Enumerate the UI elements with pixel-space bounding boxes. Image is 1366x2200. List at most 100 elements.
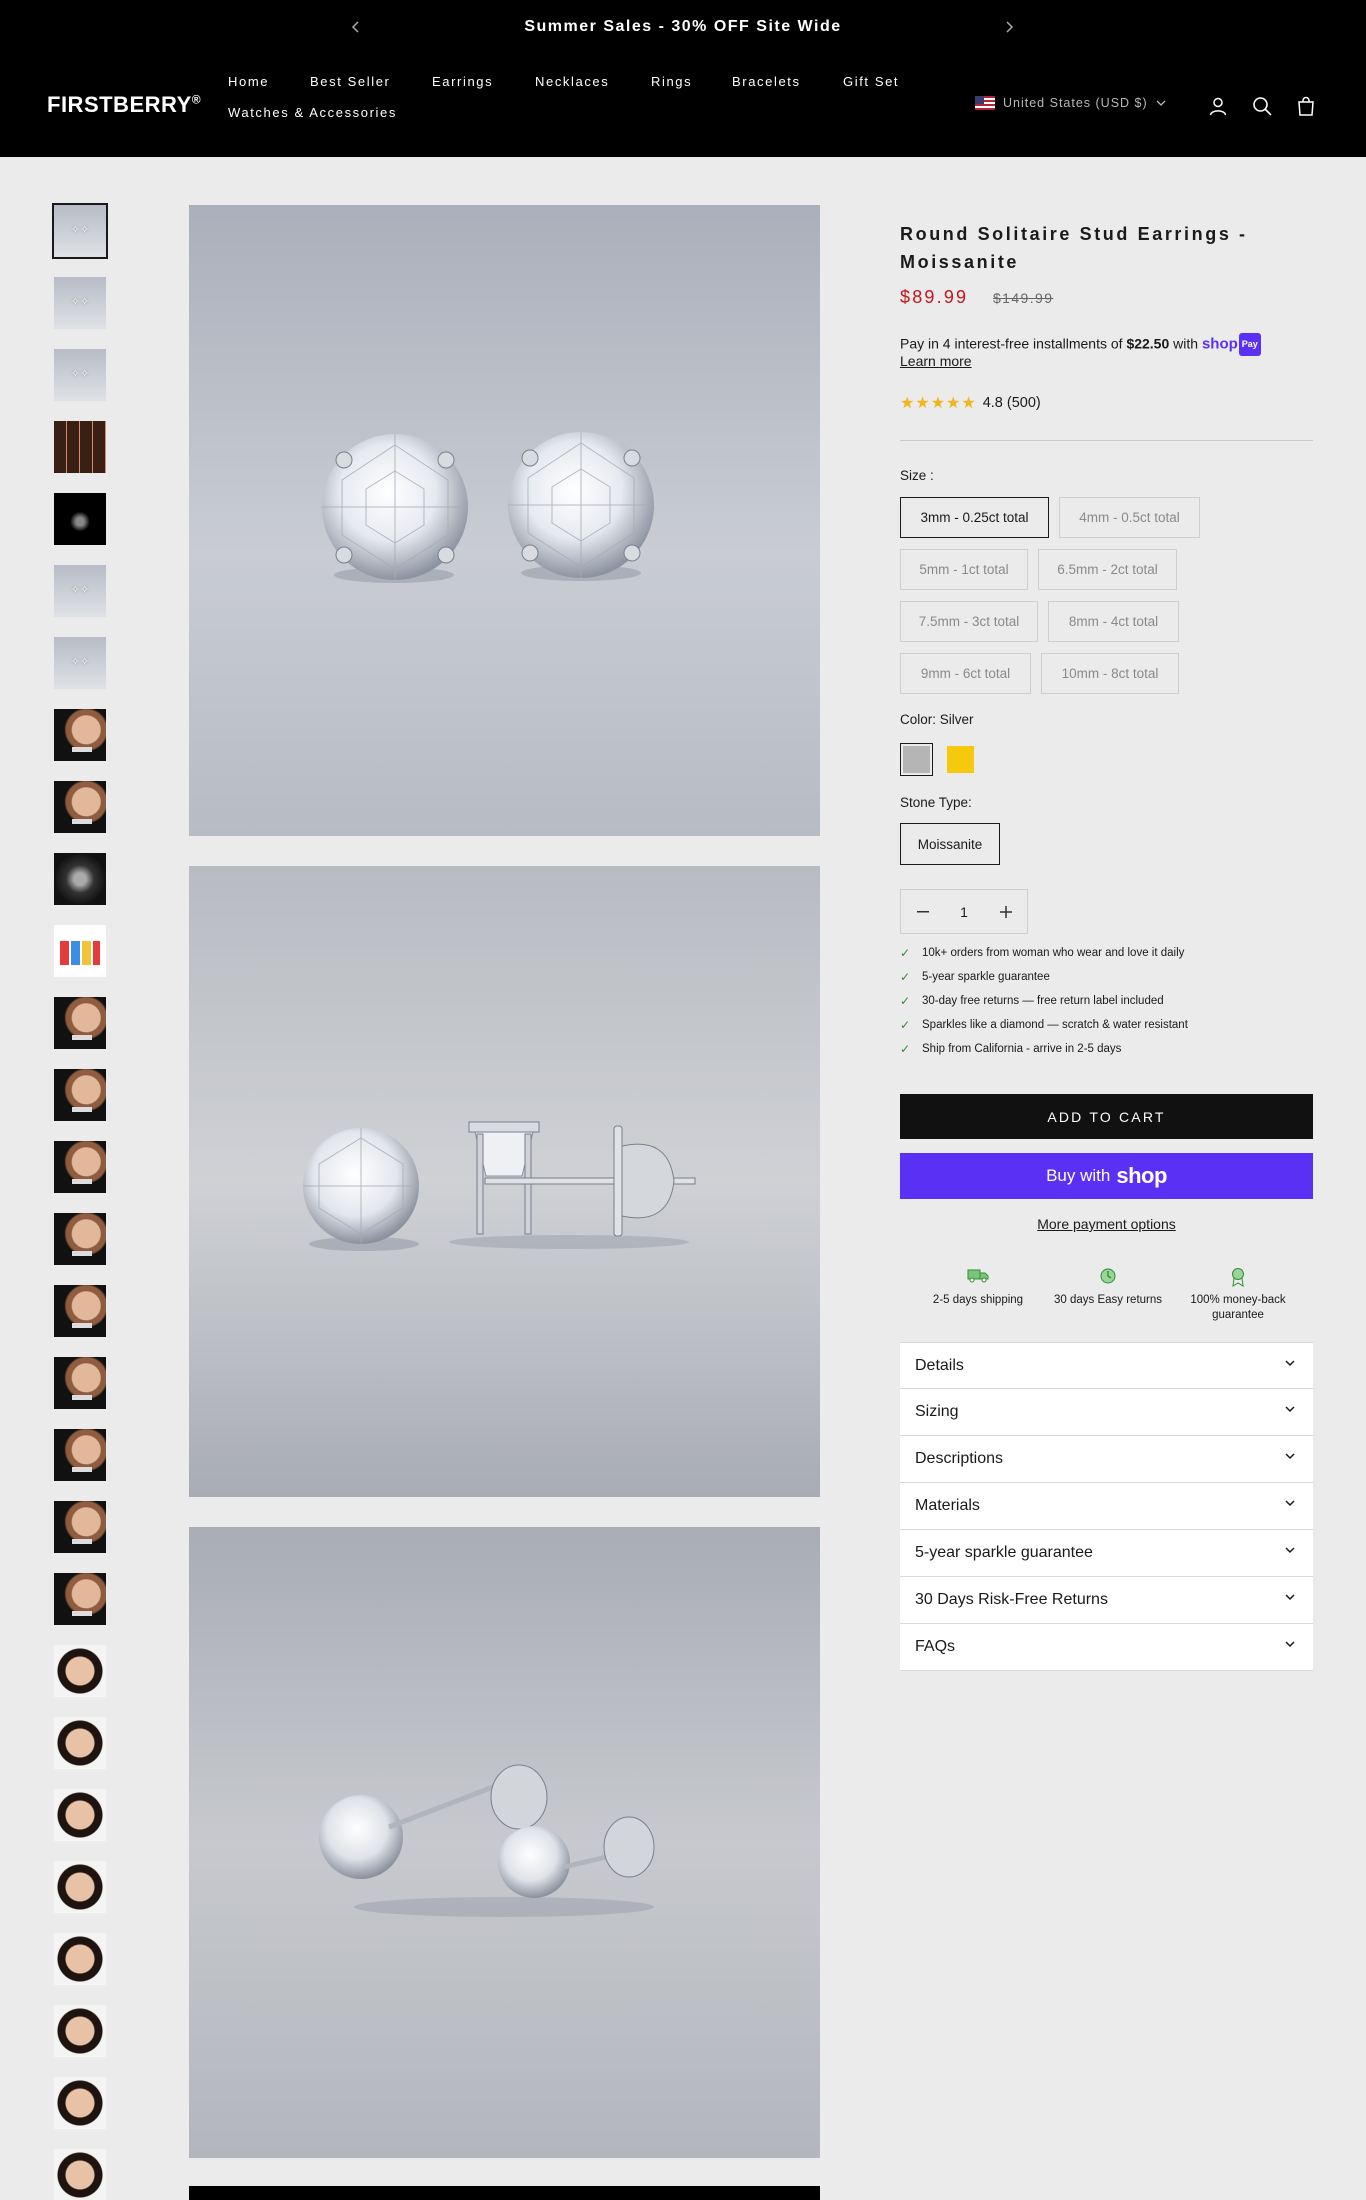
thumbnail-24[interactable] [54, 1861, 106, 1913]
rating[interactable]: ★★★★★ 4.8 (500) [900, 393, 1041, 413]
logo-text: FIRSTBERRY [47, 92, 192, 117]
nav-bracelets[interactable]: Bracelets [732, 74, 801, 89]
accordion-returns[interactable]: 30 Days Risk-Free Returns [900, 1577, 1313, 1624]
thumbnail-25[interactable] [54, 1933, 106, 1985]
thumbnail-19[interactable] [54, 1501, 106, 1553]
thumbnail-6[interactable] [54, 565, 106, 617]
accordion-sizing[interactable]: Sizing [900, 1389, 1313, 1436]
color-swatch-gold[interactable] [944, 743, 977, 776]
size-option-5mm[interactable]: 5mm - 1ct total [900, 549, 1028, 590]
thumbnail-8[interactable] [54, 709, 106, 761]
thumbnail-17[interactable] [54, 1357, 106, 1409]
color-label: Color: Silver [900, 712, 974, 727]
thumbnail-20[interactable] [54, 1573, 106, 1625]
nav-best-seller[interactable]: Best Seller [310, 74, 390, 89]
returns-icon [1038, 1267, 1178, 1289]
thumbnail-13[interactable] [54, 1069, 106, 1121]
compare-price: $149.99 [993, 290, 1054, 306]
nav-rings[interactable]: Rings [651, 74, 692, 89]
chevron-down-icon [1285, 1641, 1295, 1648]
quantity-value[interactable]: 1 [944, 904, 984, 920]
chevron-down-icon [1285, 1360, 1295, 1367]
accordion-materials[interactable]: Materials [900, 1483, 1313, 1530]
accordion-label: Details [915, 1356, 964, 1374]
more-payment-options-link[interactable]: More payment options [900, 1216, 1313, 1232]
thumbnail-2[interactable] [54, 277, 106, 329]
nav-watches-accessories[interactable]: Watches & Accessories [228, 105, 397, 120]
shop-pay-word: shop [1201, 335, 1238, 353]
thumbnail-28[interactable] [54, 2149, 106, 2200]
thumbnail-7[interactable] [54, 637, 106, 689]
buy-with-shop-pay-button[interactable]: Buy with shop [900, 1153, 1313, 1199]
thumbnail-16[interactable] [54, 1285, 106, 1337]
perk-returns: 30 days Easy returns [1038, 1267, 1178, 1308]
accordion-details[interactable]: Details [900, 1342, 1313, 1389]
minus-icon[interactable] [901, 890, 944, 933]
product-image-side[interactable] [189, 866, 820, 1497]
announcement-bar: Summer Sales - 30% OFF Site Wide [0, 0, 1366, 54]
thumbnail-22[interactable] [54, 1717, 106, 1769]
divider [900, 440, 1313, 441]
thumbnail-26[interactable] [54, 2005, 106, 2057]
learn-more-link[interactable]: Learn more [900, 353, 972, 369]
account-icon[interactable] [1206, 94, 1230, 118]
accordion-label: 30 Days Risk-Free Returns [915, 1591, 1108, 1608]
thumbnail-1[interactable] [52, 203, 108, 259]
cart-icon[interactable] [1294, 94, 1318, 118]
product-image-angle[interactable] [189, 1527, 820, 2158]
accordion-label: 5-year sparkle guarantee [915, 1544, 1093, 1561]
nav-earrings[interactable]: Earrings [432, 74, 493, 89]
thumbnail-27[interactable] [54, 2077, 106, 2129]
accordion-label: Materials [915, 1497, 980, 1514]
award-ribbon-icon [1168, 1267, 1308, 1289]
chevron-left-icon[interactable] [346, 17, 366, 37]
benefit-text: Sparkles like a diamond — scratch & wate… [922, 1019, 1188, 1031]
stone-type-label: Stone Type: [900, 795, 972, 810]
color-swatch-silver[interactable] [900, 743, 933, 776]
thumbnail-9[interactable] [54, 781, 106, 833]
thumbnail-15[interactable] [54, 1213, 106, 1265]
benefit-text: Ship from California - arrive in 2-5 day… [922, 1043, 1122, 1055]
accordion-sparkle-guarantee[interactable]: 5-year sparkle guarantee [900, 1530, 1313, 1577]
accordion-faqs[interactable]: FAQs [900, 1624, 1313, 1671]
size-option-3mm[interactable]: 3mm - 0.25ct total [900, 497, 1049, 538]
benefit-text: 5-year sparkle guarantee [922, 971, 1050, 983]
nav-gift-set[interactable]: Gift Set [843, 74, 899, 89]
thumbnail-12[interactable] [54, 997, 106, 1049]
chevron-right-icon[interactable] [999, 17, 1019, 37]
chevron-down-icon [1156, 100, 1166, 106]
size-option-7-5mm[interactable]: 7.5mm - 3ct total [900, 601, 1038, 642]
thumbnail-3[interactable] [54, 349, 106, 401]
plus-icon[interactable] [984, 890, 1027, 933]
region-label: United States (USD $) [1003, 96, 1148, 110]
buy-with-label: Buy with [1046, 1166, 1111, 1185]
thumbnail-14[interactable] [54, 1141, 106, 1193]
nav-home[interactable]: Home [228, 74, 269, 89]
accordion-label: FAQs [915, 1638, 956, 1655]
chevron-down-icon [1285, 1406, 1295, 1413]
product-image-main[interactable] [189, 205, 820, 836]
size-option-6-5mm[interactable]: 6.5mm - 2ct total [1038, 549, 1177, 590]
size-option-9mm[interactable]: 9mm - 6ct total [900, 653, 1031, 694]
nav-necklaces[interactable]: Necklaces [535, 74, 609, 89]
thumbnail-21[interactable] [54, 1645, 106, 1697]
size-option-8mm[interactable]: 8mm - 4ct total [1048, 601, 1179, 642]
thumbnail-18[interactable] [54, 1429, 106, 1481]
thumbnail-11[interactable] [54, 925, 106, 977]
rating-text: 4.8 (500) [982, 395, 1041, 411]
stone-option-moissanite[interactable]: Moissanite [900, 823, 1000, 865]
size-option-10mm[interactable]: 10mm - 8ct total [1041, 653, 1179, 694]
add-to-cart-button[interactable]: ADD TO CART [900, 1094, 1313, 1139]
accordion-descriptions[interactable]: Descriptions [900, 1436, 1313, 1483]
logo[interactable]: FIRSTBERRY® [47, 92, 201, 118]
search-icon[interactable] [1250, 94, 1274, 118]
product-image-dark-preview[interactable] [189, 2186, 820, 2200]
benefit-item: ✓ 5-year sparkle guarantee [900, 970, 1050, 984]
thumbnail-5[interactable] [54, 493, 106, 545]
benefit-item: ✓ 30-day free returns — free return label… [900, 994, 1164, 1008]
size-option-4mm[interactable]: 4mm - 0.5ct total [1059, 497, 1200, 538]
thumbnail-10[interactable] [54, 853, 106, 905]
thumbnail-23[interactable] [54, 1789, 106, 1841]
thumbnail-4[interactable] [54, 421, 106, 473]
region-selector[interactable]: United States (USD $) [975, 96, 1166, 110]
